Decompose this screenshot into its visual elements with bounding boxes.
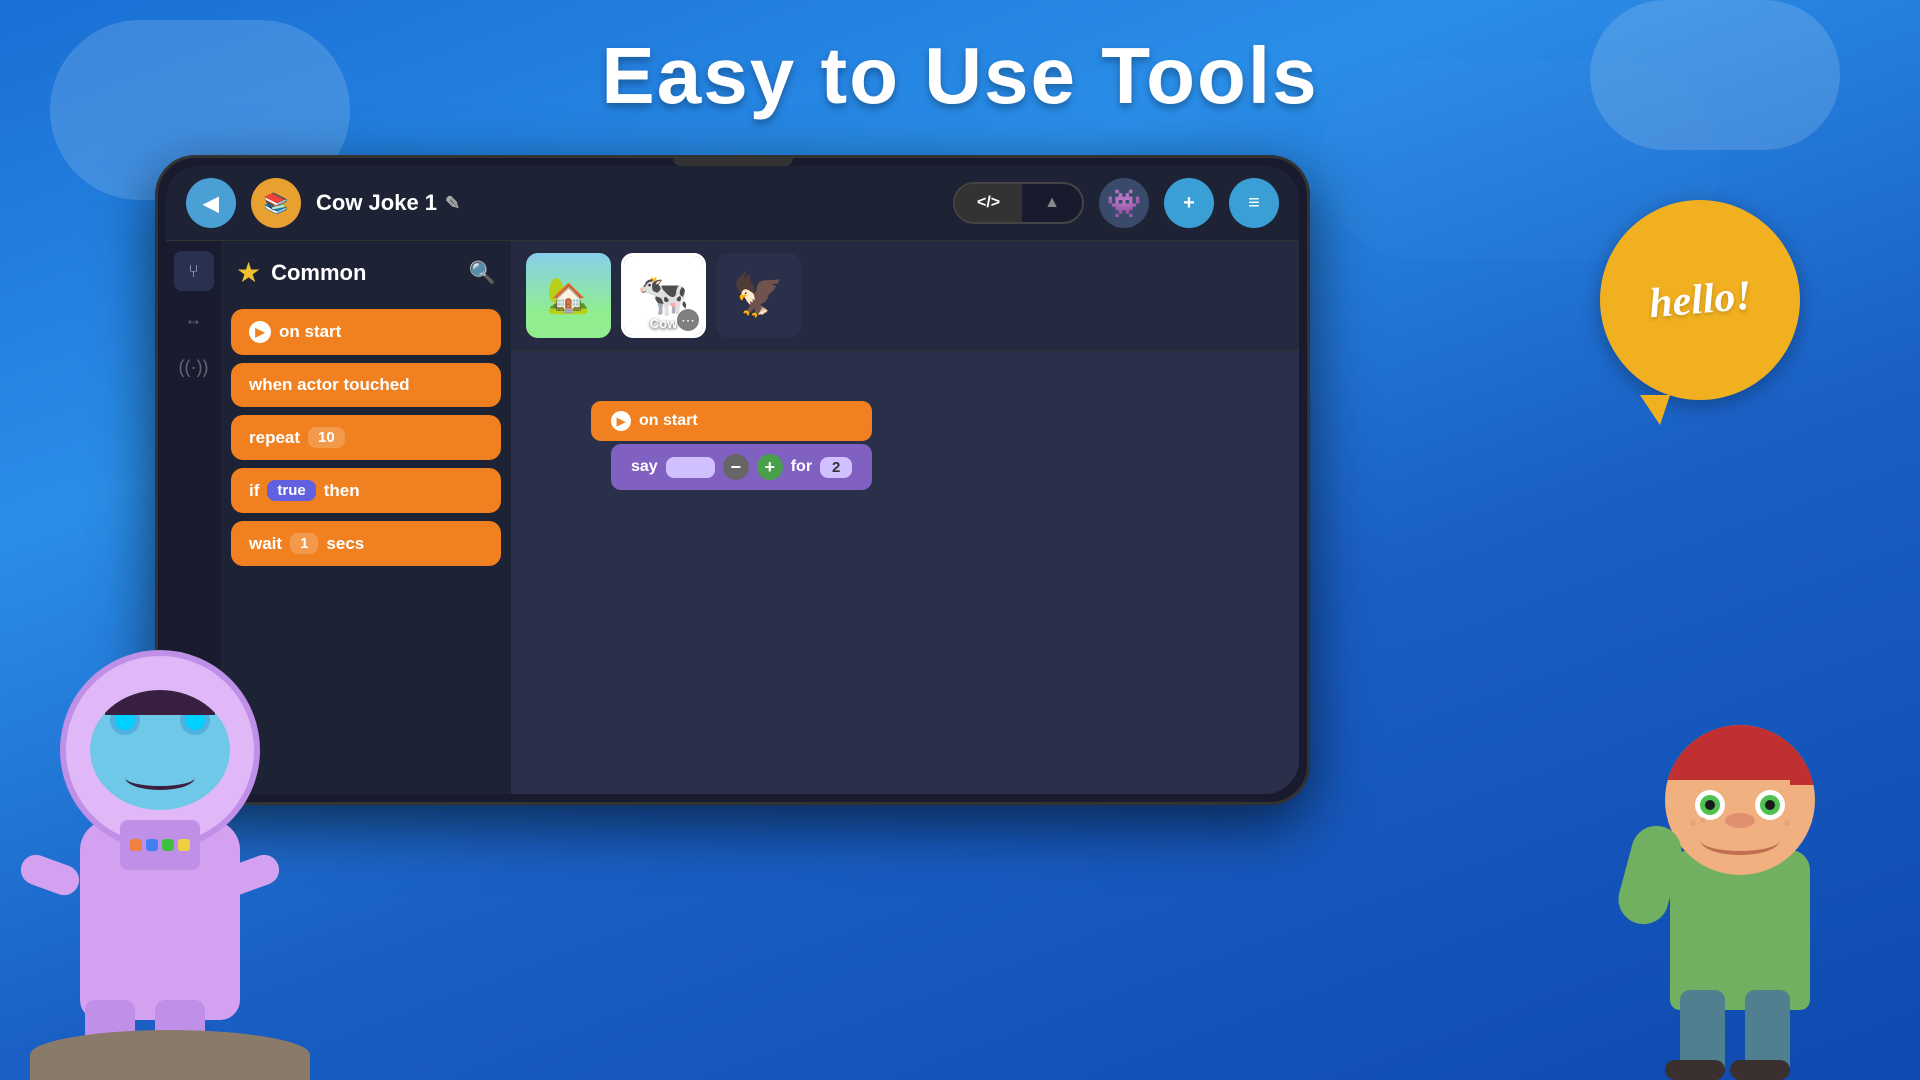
app-ui: ◀ 📚 Cow Joke 1 ✎ </> ▲: [166, 166, 1299, 794]
sprite-cow[interactable]: 🐄 Cow ⋯: [621, 253, 706, 338]
search-icon[interactable]: 🔍: [469, 260, 496, 286]
block-label: on start: [279, 322, 341, 342]
canvas-plus-button[interactable]: +: [757, 454, 783, 480]
block-if-label: if: [249, 481, 259, 501]
sprite-bar: 🏡 🐄 Cow ⋯: [511, 241, 1299, 351]
canvas-minus-button[interactable]: −: [723, 454, 749, 480]
block-true-value: true: [267, 480, 315, 501]
code-btn-label: </>: [977, 194, 1000, 211]
code-toggle: </> ▲: [953, 182, 1084, 224]
book-button[interactable]: 📚: [251, 178, 301, 228]
canvas-on-start-label: on start: [639, 412, 698, 430]
hello-bubble: hello!: [1600, 200, 1800, 400]
canvas-for-value: 2: [820, 457, 852, 478]
stage-view-button[interactable]: ▲: [1022, 184, 1082, 222]
block-secs-label: secs: [326, 534, 364, 554]
top-bar: ◀ 📚 Cow Joke 1 ✎ </> ▲: [166, 166, 1299, 241]
code-view-button[interactable]: </>: [955, 184, 1022, 222]
block-wait-value: 1: [290, 533, 318, 554]
menu-button[interactable]: ≡: [1229, 178, 1279, 228]
blocks-sidebar: ★ Common 🔍 ▶ on start when actor touched: [221, 241, 511, 794]
book-icon: 📚: [264, 191, 289, 216]
project-title: Cow Joke 1 ✎: [316, 190, 460, 216]
blocks-area: ▶ on start when actor touched repeat 10: [221, 299, 511, 794]
block-repeat-value: 10: [308, 427, 345, 448]
block-then-label: then: [324, 481, 360, 501]
project-title-text: Cow Joke 1: [316, 190, 437, 216]
edit-icon[interactable]: ✎: [445, 193, 460, 214]
radio-icon: ((·)): [179, 357, 209, 378]
sidebar-header: ★ Common 🔍: [221, 241, 511, 299]
move-icon: ↔: [185, 309, 203, 330]
canvas-block-on-start[interactable]: ▶ on start: [591, 401, 872, 441]
canvas-for-label: for: [791, 458, 812, 476]
back-button[interactable]: ◀: [186, 178, 236, 228]
category-label: Common: [271, 260, 458, 286]
stage-area: 🏡 🐄 Cow ⋯: [511, 241, 1299, 794]
block-wait[interactable]: wait 1 secs: [231, 521, 501, 566]
star-icon: ★: [236, 256, 261, 289]
block-actor-touched[interactable]: when actor touched: [231, 363, 501, 407]
sprite-owl[interactable]: 🦅: [716, 253, 801, 338]
monster-avatar: 👾: [1099, 178, 1149, 228]
nav-item-blocks[interactable]: ⑂: [174, 251, 214, 291]
blocks-icon: ⑂: [188, 261, 199, 282]
nav-item-move[interactable]: ↔: [174, 299, 214, 339]
back-icon: ◀: [203, 191, 218, 216]
canvas-say-input[interactable]: [666, 457, 715, 478]
device-notch: [673, 158, 793, 166]
menu-icon: ≡: [1248, 192, 1260, 215]
boy-character: [1610, 650, 1890, 1080]
block-label: repeat: [249, 428, 300, 448]
block-wait-label: wait: [249, 534, 282, 554]
device-inner: ◀ 📚 Cow Joke 1 ✎ </> ▲: [166, 166, 1299, 794]
block-on-start[interactable]: ▶ on start: [231, 309, 501, 355]
sprite-background[interactable]: 🏡: [526, 253, 611, 338]
sprite-more-button[interactable]: ⋯: [677, 309, 699, 331]
block-if[interactable]: if true then: [231, 468, 501, 513]
nav-item-radio[interactable]: ((·)): [174, 347, 214, 387]
canvas-play-icon: ▶: [611, 411, 631, 431]
code-block-group: ▶ on start say − + for 2: [591, 401, 872, 493]
owl-sprite-icon: 🦅: [732, 271, 784, 320]
add-button[interactable]: +: [1164, 178, 1214, 228]
add-icon: +: [1183, 192, 1195, 215]
device-frame: ◀ 📚 Cow Joke 1 ✎ </> ▲: [155, 155, 1310, 805]
main-content: ⑂ ↔ ((·)) ★ Common 🔍: [166, 241, 1299, 794]
block-repeat[interactable]: repeat 10: [231, 415, 501, 460]
monster-icon: 👾: [1107, 187, 1142, 220]
canvas-say-label: say: [631, 458, 658, 476]
canvas-block-say[interactable]: say − + for 2: [611, 444, 872, 490]
stage-btn-label: ▲: [1044, 194, 1060, 211]
block-label: when actor touched: [249, 375, 410, 395]
play-icon: ▶: [249, 321, 271, 343]
background-sprite-icon: 🏡: [547, 275, 591, 316]
left-nav: ⑂ ↔ ((·)): [166, 241, 221, 794]
hello-text: hello!: [1647, 272, 1753, 329]
canvas-area: ▶ on start say − + for 2: [511, 351, 1299, 794]
